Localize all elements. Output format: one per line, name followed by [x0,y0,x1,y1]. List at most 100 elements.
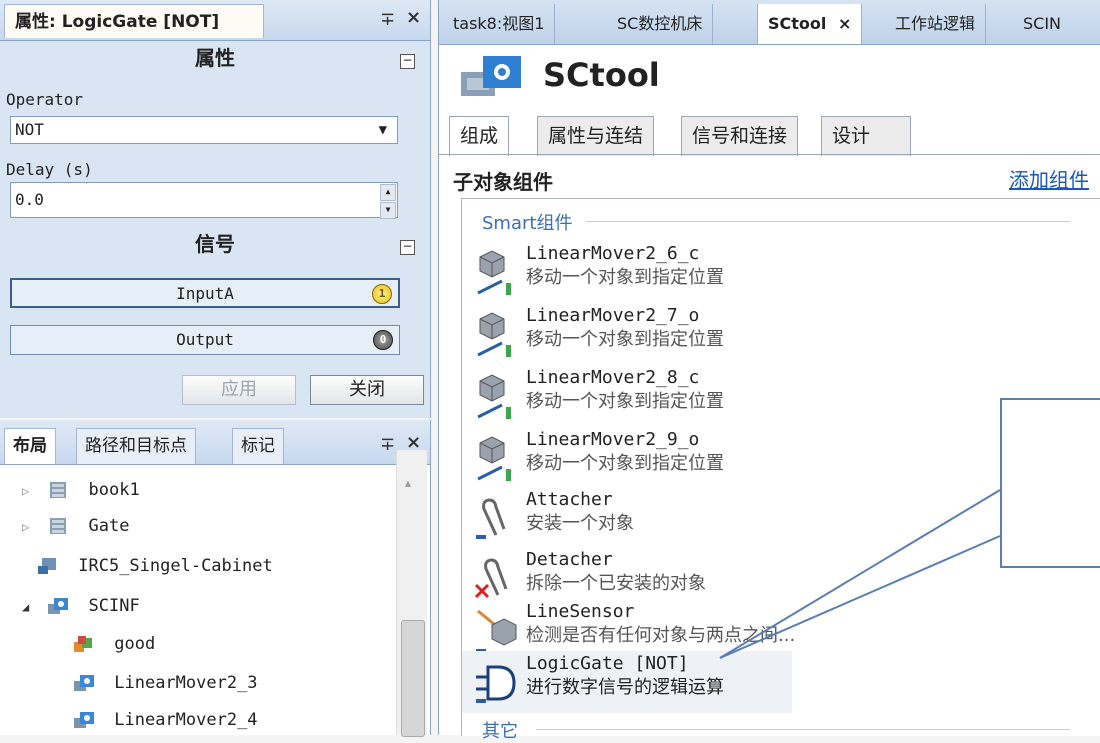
operator-select[interactable]: NOT ▼ [10,116,398,144]
properties-title: 属性: LogicGate [NOT] [4,4,264,38]
component-name: LinearMover2_6_c [526,243,700,264]
properties-panel: 属性: LogicGate [NOT] ∓ × 属性 − Operator NO… [0,0,431,418]
pin-icon[interactable]: ∓ [380,434,395,455]
child-components-heading: 子对象组件 [453,170,553,194]
signal-output-button[interactable]: Output 0 [10,325,400,355]
controller-icon [38,558,56,574]
tab-tags[interactable]: 标记 [232,428,284,464]
linear-mover-icon [477,374,511,419]
spin-up-icon[interactable]: ▲ [380,184,396,201]
component-description: 移动一个对象到指定位置 [526,391,724,412]
tree-item-irc5-cabinet[interactable]: IRC5_Singel-Cabinet [36,556,273,576]
component-name: LogicGate [NOT] [526,653,689,674]
dropdown-arrow-icon: ▼ [378,122,387,138]
tree-scrollbar[interactable]: ▴ [396,450,427,737]
logic-gate-icon [476,665,516,703]
detacher-icon [474,558,508,599]
tab-task8-view[interactable]: task8:视图1 [443,4,556,44]
tree-item-linearmover2-3[interactable]: LinearMover2_3 [72,673,258,693]
tab-composition[interactable]: 组成 [449,116,510,156]
tab-close-icon[interactable]: × [838,14,851,33]
collapse-signals-icon[interactable]: − [400,240,415,255]
tab-sctool[interactable]: SCtool × [757,4,863,44]
tab-properties-bindings[interactable]: 属性与连结 [537,116,655,156]
component-name: LinearMover2_9_o [526,429,700,450]
apply-button[interactable]: 应用 [182,375,296,405]
group-divider [536,729,1070,730]
signal-value-badge: 0 [373,330,393,350]
tree-item-label: good [114,634,156,654]
tree-item-label: LinearMover2_3 [114,673,258,693]
signal-name: InputA [176,284,234,303]
close-panel-icon[interactable]: × [406,7,421,28]
operator-label: Operator [6,90,84,109]
component-title: SCtool [543,56,660,94]
tree-item-book1[interactable]: ▷ book1 [22,480,140,500]
signal-value-badge: 1 [372,284,392,304]
delay-spinner[interactable]: ▲ ▼ [380,184,396,219]
linear-mover-icon [477,436,511,481]
component-description: 移动一个对象到指定位置 [526,267,724,288]
component-description: 移动一个对象到指定位置 [526,453,724,474]
part-icon [74,636,92,652]
line-sensor-icon [476,609,517,653]
signal-name: Output [176,330,234,349]
attacher-icon [476,498,506,539]
tab-scin[interactable]: SCIN [1013,4,1071,44]
tree-item-label: SCINF [88,596,140,616]
delay-label: Delay (s) [6,160,93,179]
callout-pointer [719,489,1001,659]
tab-signals-connections[interactable]: 信号和连接 [681,116,799,156]
signal-inputa-button[interactable]: InputA 1 [10,278,400,308]
collapse-properties-icon[interactable]: − [400,54,415,69]
tab-label: SCtool [768,14,827,33]
delay-value: 0.0 [15,190,44,209]
smart-component-icon [74,712,94,728]
scrollbar-thumb[interactable] [401,620,425,737]
tree-item-linearmover2-4[interactable]: LinearMover2_4 [72,710,258,730]
group-divider [586,221,1070,222]
scroll-up-icon[interactable]: ▴ [405,476,411,490]
collapse-icon[interactable]: ◢ [22,600,36,614]
linear-mover-icon [477,250,511,295]
tab-layout[interactable]: 布局 [4,428,56,464]
group-smart-heading: Smart组件 [482,213,573,234]
station-icon [50,482,67,498]
component-item[interactable]: LinearMover2_6_c 移动一个对象到指定位置 [462,241,792,303]
tree-item-label: LinearMover2_4 [114,710,258,730]
tree-item-label: Gate [88,516,130,536]
component-description: 移动一个对象到指定位置 [526,329,724,350]
component-name: LinearMover2_8_c [526,367,700,388]
add-component-link[interactable]: 添加组件 [1009,164,1089,193]
tab-sc-cnc[interactable]: SC数控机床 [607,4,714,44]
component-name: LinearMover2_7_o [526,305,700,326]
properties-titlebar: 属性: LogicGate [NOT] ∓ × [0,0,430,41]
delay-input[interactable]: 0.0 ▲ ▼ [10,182,398,219]
section-properties-heading: 属性 [195,46,235,70]
tree-item-scinf[interactable]: ◢ SCINF [22,596,140,616]
component-item[interactable]: LinearMover2_7_o 移动一个对象到指定位置 [462,303,792,365]
component-description: 安装一个对象 [526,513,634,534]
component-name: LineSensor [526,601,635,622]
tab-station-logic[interactable]: 工作站逻辑 [885,4,987,44]
linear-mover-icon [477,312,511,357]
layout-tabs: 布局 路径和目标点 标记 ∓ × [0,420,430,465]
section-signals-heading: 信号 [195,232,235,256]
component-item[interactable]: LinearMover2_8_c 移动一个对象到指定位置 [462,365,792,427]
tab-design[interactable]: 设计 [821,116,911,156]
close-button[interactable]: 关闭 [310,375,424,405]
expand-icon[interactable]: ▷ [22,484,36,498]
tree-item-gate[interactable]: ▷ Gate [22,516,129,536]
pin-icon[interactable]: ∓ [380,9,395,30]
tree-item-good[interactable]: good [72,634,155,654]
station-icon [50,518,67,534]
smart-component-icon [74,675,94,691]
tab-paths-targets[interactable]: 路径和目标点 [76,428,196,464]
tab-divider [439,154,1100,155]
group-other-heading: 其它 [482,721,518,742]
component-description: 拆除一个已安装的对象 [526,573,706,594]
component-name: Detacher [526,549,613,570]
expand-icon[interactable]: ▷ [22,520,36,534]
spin-down-icon[interactable]: ▼ [380,202,396,219]
smart-component-icon [48,598,69,614]
